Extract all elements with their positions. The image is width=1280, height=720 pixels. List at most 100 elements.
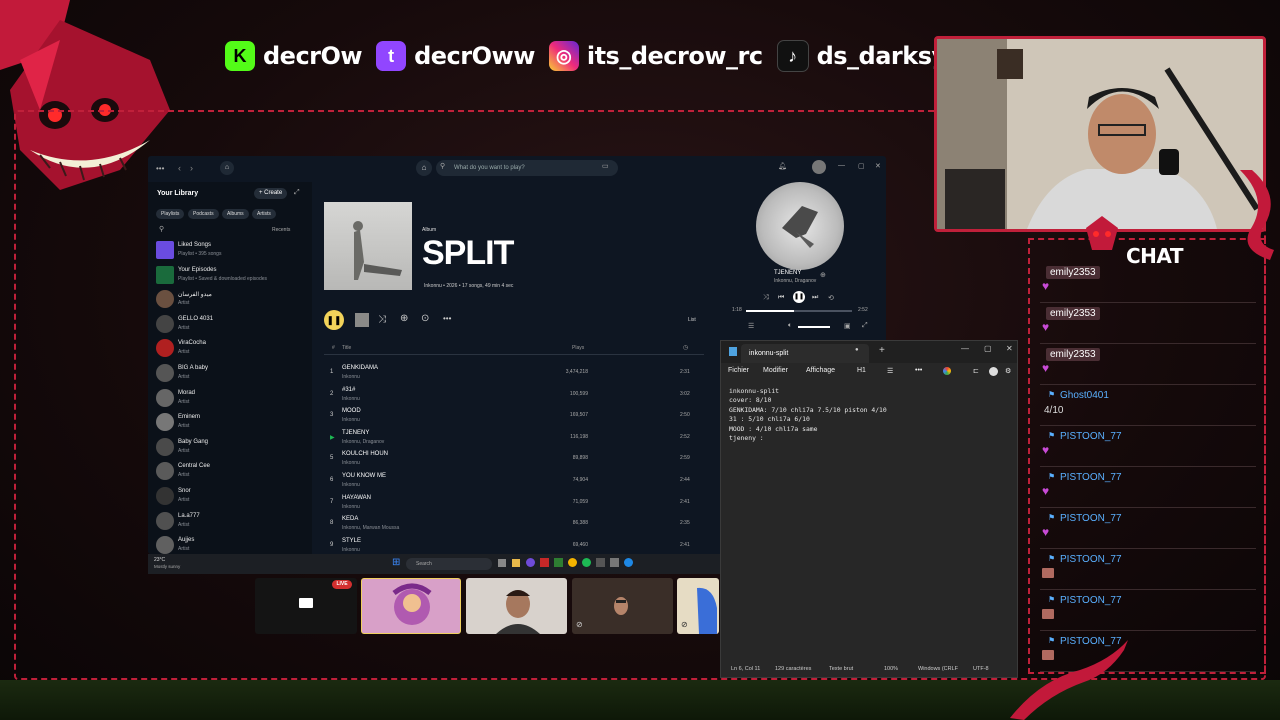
notepad-text[interactable]: inkonnu-split cover: 8/10 GENKIDAMA: 7/10 …: [729, 387, 1009, 443]
browse-icon[interactable]: ▭: [602, 162, 609, 170]
close-icon[interactable]: ✕: [875, 162, 881, 170]
add-to-liked-icon[interactable]: ⊕: [820, 271, 826, 279]
track-row[interactable]: 3 MOOD Inkonnu 169,507 2:50: [330, 407, 710, 428]
expand-icon[interactable]: ⤢: [294, 189, 300, 197]
copilot-icon[interactable]: [943, 367, 951, 375]
app-green-icon[interactable]: [554, 558, 563, 567]
tiktok-icon[interactable]: ♪: [776, 40, 809, 72]
np-close-icon[interactable]: ✕: [1006, 344, 1013, 353]
encoding[interactable]: UTF-8: [973, 666, 989, 672]
recents-sort[interactable]: Recents: [272, 227, 290, 233]
participant-avatar-art[interactable]: [361, 578, 461, 634]
filter-artists[interactable]: Artists: [252, 209, 276, 219]
bell-icon[interactable]: 🔔︎: [778, 162, 787, 170]
np-maximize-icon[interactable]: ▢: [984, 344, 992, 353]
menu-fichier[interactable]: Fichier: [728, 367, 749, 374]
menu-dots-icon[interactable]: •••: [156, 164, 164, 173]
library-item[interactable]: ViraCocha Artist: [154, 338, 304, 360]
library-item[interactable]: Central Cee Artist: [154, 461, 304, 483]
library-item[interactable]: GELLO 4031 Artist: [154, 314, 304, 336]
shuffle-icon[interactable]: ⤨: [378, 314, 386, 325]
library-item[interactable]: BIG A baby Artist: [154, 363, 304, 385]
file-explorer-icon[interactable]: [512, 559, 520, 567]
filter-playlists[interactable]: Playlists: [156, 209, 185, 219]
chat-username[interactable]: emily2353: [1046, 348, 1100, 361]
list-icon[interactable]: ☰: [887, 367, 893, 375]
filter-albums[interactable]: Albums: [222, 209, 249, 219]
twitch-icon[interactable]: t: [376, 41, 407, 71]
library-item[interactable]: Liked Songs Playlist • 395 songs: [154, 240, 304, 262]
previous-icon[interactable]: ⏮︎: [778, 294, 784, 302]
windows-start-icon[interactable]: ⊞: [392, 557, 400, 568]
library-item[interactable]: Baby Gang Artist: [154, 437, 304, 459]
library-item[interactable]: Your Episodes Playlist • Saved & download…: [154, 265, 304, 287]
library-item[interactable]: Morad Artist: [154, 388, 304, 410]
search-input[interactable]: What do you want to play?: [436, 160, 618, 176]
library-item[interactable]: Eminem Artist: [154, 412, 304, 434]
more-icon[interactable]: •••: [443, 314, 451, 323]
queue-icon[interactable]: ☰: [748, 322, 754, 330]
chat-username[interactable]: Ghost0401: [1046, 389, 1113, 402]
line-ending[interactable]: Windows (CRLF: [918, 666, 958, 672]
menu-affichage[interactable]: Affichage: [806, 367, 835, 374]
edge-icon[interactable]: [624, 558, 633, 567]
account-icon[interactable]: [989, 367, 998, 376]
new-tab-icon[interactable]: +: [879, 345, 885, 356]
notepad-tab[interactable]: inkonnu-split: [741, 344, 869, 363]
kick-icon[interactable]: K: [225, 41, 255, 71]
app-icon-2[interactable]: [610, 558, 619, 567]
next-icon[interactable]: ⏭︎: [812, 294, 818, 302]
participant-camera-1[interactable]: [466, 578, 567, 634]
track-row[interactable]: 1 GENKIDAMA Inkonnu 3,474,218 2:31: [330, 364, 710, 385]
volume-slider[interactable]: [798, 326, 830, 328]
library-item[interactable]: ميدو الفرسان Artist: [154, 289, 304, 311]
discord-icon[interactable]: [526, 558, 535, 567]
back-icon[interactable]: ‹: [178, 163, 181, 173]
maximize-icon[interactable]: ▢: [858, 162, 865, 170]
settings-icon[interactable]: ⚙: [1005, 367, 1011, 375]
fullscreen-icon[interactable]: ⤢: [862, 322, 868, 330]
more-icon[interactable]: •••: [915, 367, 922, 374]
chat-username[interactable]: PISTOON_77: [1046, 512, 1126, 525]
task-view-icon[interactable]: [498, 559, 506, 567]
zoom-level[interactable]: 100%: [884, 666, 898, 672]
track-row[interactable]: 5 KOULCHI HOUN Inkonnu 89,898 2:59: [330, 450, 710, 471]
avatar[interactable]: [812, 160, 826, 174]
taskbar-search[interactable]: Search: [406, 558, 492, 570]
np-minimize-icon[interactable]: —: [961, 344, 969, 353]
chat-username[interactable]: PISTOON_77: [1046, 553, 1126, 566]
instagram-icon[interactable]: ◎: [548, 41, 579, 71]
progress-track[interactable]: [746, 310, 852, 312]
volume-icon[interactable]: 🔈︎: [788, 322, 792, 330]
library-item[interactable]: Aujjes Artist: [154, 535, 304, 554]
participant-camera-2[interactable]: ⊘: [572, 578, 673, 634]
heading-dropdown[interactable]: H1: [857, 367, 866, 374]
library-item[interactable]: La.a777 Artist: [154, 511, 304, 533]
create-button[interactable]: + Create: [254, 188, 288, 199]
filter-podcasts[interactable]: Podcasts: [188, 209, 219, 219]
store-icon[interactable]: ⌂: [220, 161, 234, 175]
participant-camera-3[interactable]: ⊘: [677, 578, 719, 634]
tab-close-icon[interactable]: ●: [855, 347, 859, 353]
pause-button[interactable]: ❚❚: [324, 310, 344, 330]
chat-username[interactable]: PISTOON_77: [1046, 594, 1126, 607]
library-item[interactable]: Snor Artist: [154, 486, 304, 508]
forward-icon[interactable]: ›: [190, 163, 193, 173]
spotify-icon[interactable]: [582, 558, 591, 567]
miniplayer-icon[interactable]: ▣: [844, 322, 851, 330]
chat-username[interactable]: PISTOON_77: [1046, 471, 1126, 484]
np-pause-button[interactable]: ❚❚: [793, 291, 805, 303]
track-row[interactable]: 8 KEDA Inkonnu, Marwan Moussa 86,388 2:35: [330, 515, 710, 536]
chrome-icon[interactable]: [568, 558, 577, 567]
chat-username[interactable]: emily2353: [1046, 266, 1100, 279]
repeat-icon[interactable]: ⟲: [828, 294, 834, 302]
track-row[interactable]: 9 STYLE Inkonnu 69,460 2:41: [330, 537, 710, 554]
add-icon[interactable]: ⊕: [400, 313, 408, 324]
chat-username[interactable]: PISTOON_77: [1046, 430, 1126, 443]
home-icon[interactable]: ⌂: [416, 160, 432, 176]
list-view-toggle[interactable]: List: [688, 317, 696, 323]
track-row[interactable]: ▶ TJENENY Inkonnu, Draganov 116,198 2:52: [330, 429, 710, 450]
minimize-icon[interactable]: —: [838, 162, 845, 169]
menu-modifier[interactable]: Modifier: [763, 367, 788, 374]
download-icon[interactable]: ⊙: [421, 313, 429, 324]
